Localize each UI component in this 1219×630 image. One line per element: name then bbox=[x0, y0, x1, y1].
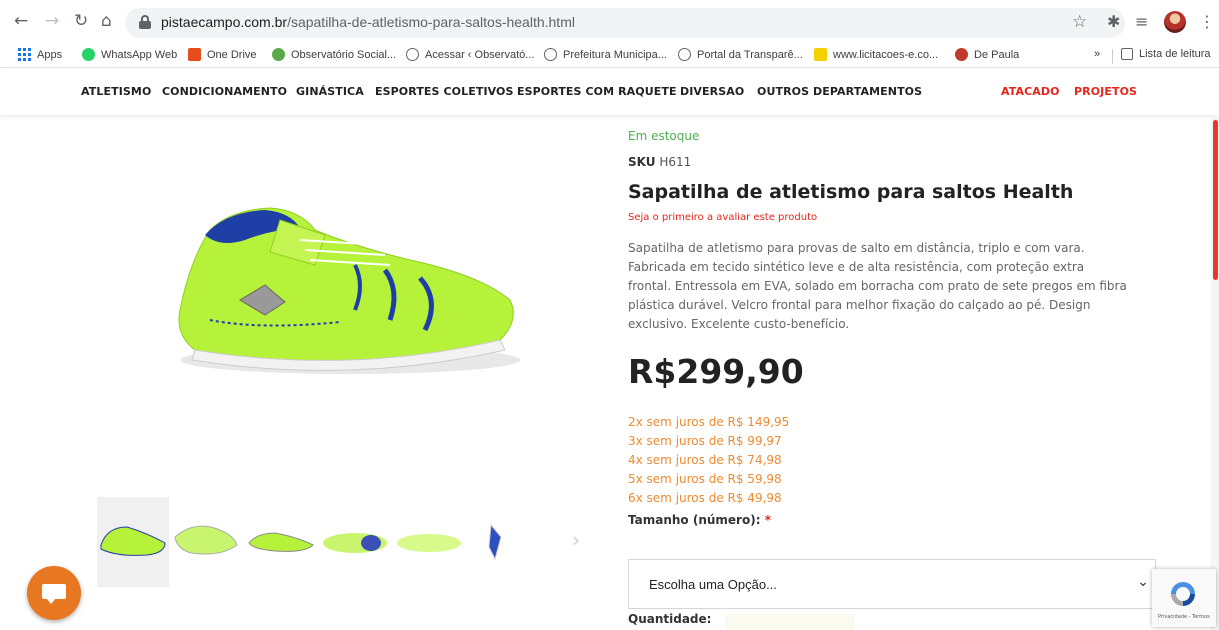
bookmarks-divider bbox=[1112, 49, 1113, 64]
required-mark: * bbox=[764, 513, 771, 527]
reading-list-icon bbox=[1121, 48, 1133, 60]
apps-grid-icon bbox=[18, 48, 31, 61]
reading-list[interactable]: Lista de leitura bbox=[1121, 48, 1211, 60]
forward-icon[interactable]: → bbox=[45, 12, 59, 30]
bookmark-whatsapp[interactable]: WhatsApp Web bbox=[82, 48, 177, 61]
bookmark-prefeitura[interactable]: Prefeitura Municipa... bbox=[544, 48, 667, 61]
media-control-icon[interactable]: ≡ bbox=[1135, 12, 1148, 31]
home-icon[interactable]: ⌂ bbox=[101, 12, 112, 30]
size-select-value: Escolha uma Opção... bbox=[649, 577, 777, 592]
bookmark-apps[interactable]: Apps bbox=[18, 48, 62, 61]
bookmark-observatorio[interactable]: Observatório Social... bbox=[272, 48, 396, 61]
thumbnail-6[interactable] bbox=[467, 497, 539, 587]
size-label: Tamanho (número): * bbox=[628, 513, 771, 527]
bookmarks-bar: Apps WhatsApp Web One Drive Observatório… bbox=[0, 44, 1219, 68]
recaptcha-badge[interactable]: Privacidade - Termos bbox=[1152, 569, 1216, 627]
extensions-icon[interactable]: ✱ bbox=[1107, 12, 1120, 31]
browser-toolbar: ← → ↻ ⌂ pistaecampo.com.br/sapatilha-de-… bbox=[0, 0, 1219, 44]
globe-icon bbox=[406, 48, 419, 61]
recaptcha-links[interactable]: Privacidade - Termos bbox=[1158, 614, 1210, 620]
chat-button[interactable] bbox=[27, 566, 81, 620]
lock-icon[interactable] bbox=[139, 15, 151, 29]
bookmark-portal[interactable]: Portal da Transparê... bbox=[678, 48, 803, 61]
nav-atletismo[interactable]: ATLETISMO bbox=[81, 85, 151, 98]
product-main-image[interactable] bbox=[150, 190, 530, 390]
installment-item: 6x sem juros de R$ 49,98 bbox=[628, 491, 782, 505]
reload-icon[interactable]: ↻ bbox=[74, 12, 88, 30]
bookmark-acessar[interactable]: Acessar ‹ Observató... bbox=[406, 48, 534, 61]
review-link[interactable]: Seja o primeiro a avaliar este produto bbox=[628, 212, 817, 223]
bookmark-licitacoes[interactable]: www.licitacoes-e.co... bbox=[814, 48, 938, 61]
office-icon bbox=[188, 48, 201, 61]
whatsapp-icon bbox=[82, 48, 95, 61]
gallery-next-icon[interactable]: › bbox=[572, 528, 580, 552]
thumbnail-5[interactable] bbox=[393, 497, 465, 587]
nav-ginastica[interactable]: GINÁSTICA bbox=[296, 85, 364, 98]
nav-outros-departamentos[interactable]: OUTROS DEPARTAMENTOS bbox=[757, 85, 922, 98]
globe-icon bbox=[544, 48, 557, 61]
installment-item: 3x sem juros de R$ 99,97 bbox=[628, 434, 782, 448]
thumbnail-4[interactable] bbox=[319, 497, 391, 587]
thumbnail-2[interactable] bbox=[171, 497, 243, 587]
product-title: Sapatilha de atletismo para saltos Healt… bbox=[628, 181, 1074, 203]
nav-projetos[interactable]: PROJETOS bbox=[1074, 85, 1137, 98]
url-text: pistaecampo.com.br/sapatilha-de-atletism… bbox=[161, 14, 575, 30]
observatorio-icon bbox=[272, 48, 285, 61]
thumbnail-1[interactable] bbox=[97, 497, 169, 587]
installment-item: 2x sem juros de R$ 149,95 bbox=[628, 415, 790, 429]
thumbnail-3[interactable] bbox=[245, 497, 317, 587]
nav-atacado[interactable]: ATACADO bbox=[1001, 85, 1060, 98]
product-price: R$299,90 bbox=[628, 352, 804, 391]
nav-esportes-com-raquete[interactable]: ESPORTES COM RAQUETE bbox=[517, 85, 677, 98]
address-bar[interactable]: pistaecampo.com.br/sapatilha-de-atletism… bbox=[125, 8, 1125, 38]
product-sku: SKU H611 bbox=[628, 155, 692, 169]
size-select[interactable]: Escolha uma Opção... ⌄ bbox=[628, 559, 1156, 609]
stock-status: Em estoque bbox=[628, 129, 700, 143]
product-description: Sapatilha de atletismo para provas de sa… bbox=[628, 241, 1127, 331]
quantity-label: Quantidade: bbox=[628, 612, 712, 626]
chat-bubble-icon bbox=[42, 584, 66, 599]
bookmark-depaula[interactable]: De Paula bbox=[955, 48, 1019, 61]
site-navigation: ATLETISMO CONDICIONAMENTO GINÁSTICA ESPO… bbox=[0, 69, 1219, 115]
nav-esportes-coletivos[interactable]: ESPORTES COLETIVOS bbox=[375, 85, 514, 98]
quantity-input[interactable] bbox=[725, 614, 855, 630]
menu-kebab-icon[interactable]: ⋮ bbox=[1199, 12, 1215, 31]
installment-item: 4x sem juros de R$ 74,98 bbox=[628, 453, 782, 467]
profile-avatar[interactable] bbox=[1164, 11, 1186, 33]
nav-diversao[interactable]: DIVERSAO bbox=[680, 85, 744, 98]
installment-item: 5x sem juros de R$ 59,98 bbox=[628, 472, 782, 486]
banco-brasil-icon bbox=[814, 48, 827, 61]
back-icon[interactable]: ← bbox=[14, 12, 28, 30]
depaula-icon bbox=[955, 48, 968, 61]
more-bookmarks[interactable]: » bbox=[1094, 48, 1100, 60]
installment-list: 2x sem juros de R$ 149,95 3x sem juros d… bbox=[628, 413, 789, 508]
nav-condicionamento[interactable]: CONDICIONAMENTO bbox=[162, 85, 287, 98]
bookmark-star-icon[interactable]: ☆ bbox=[1072, 12, 1087, 32]
globe-icon bbox=[678, 48, 691, 61]
recaptcha-icon bbox=[1171, 582, 1195, 606]
bookmark-onedrive[interactable]: One Drive bbox=[188, 48, 257, 61]
chevron-down-icon: ⌄ bbox=[1137, 574, 1149, 590]
scrollbar-thumb[interactable] bbox=[1213, 120, 1218, 280]
